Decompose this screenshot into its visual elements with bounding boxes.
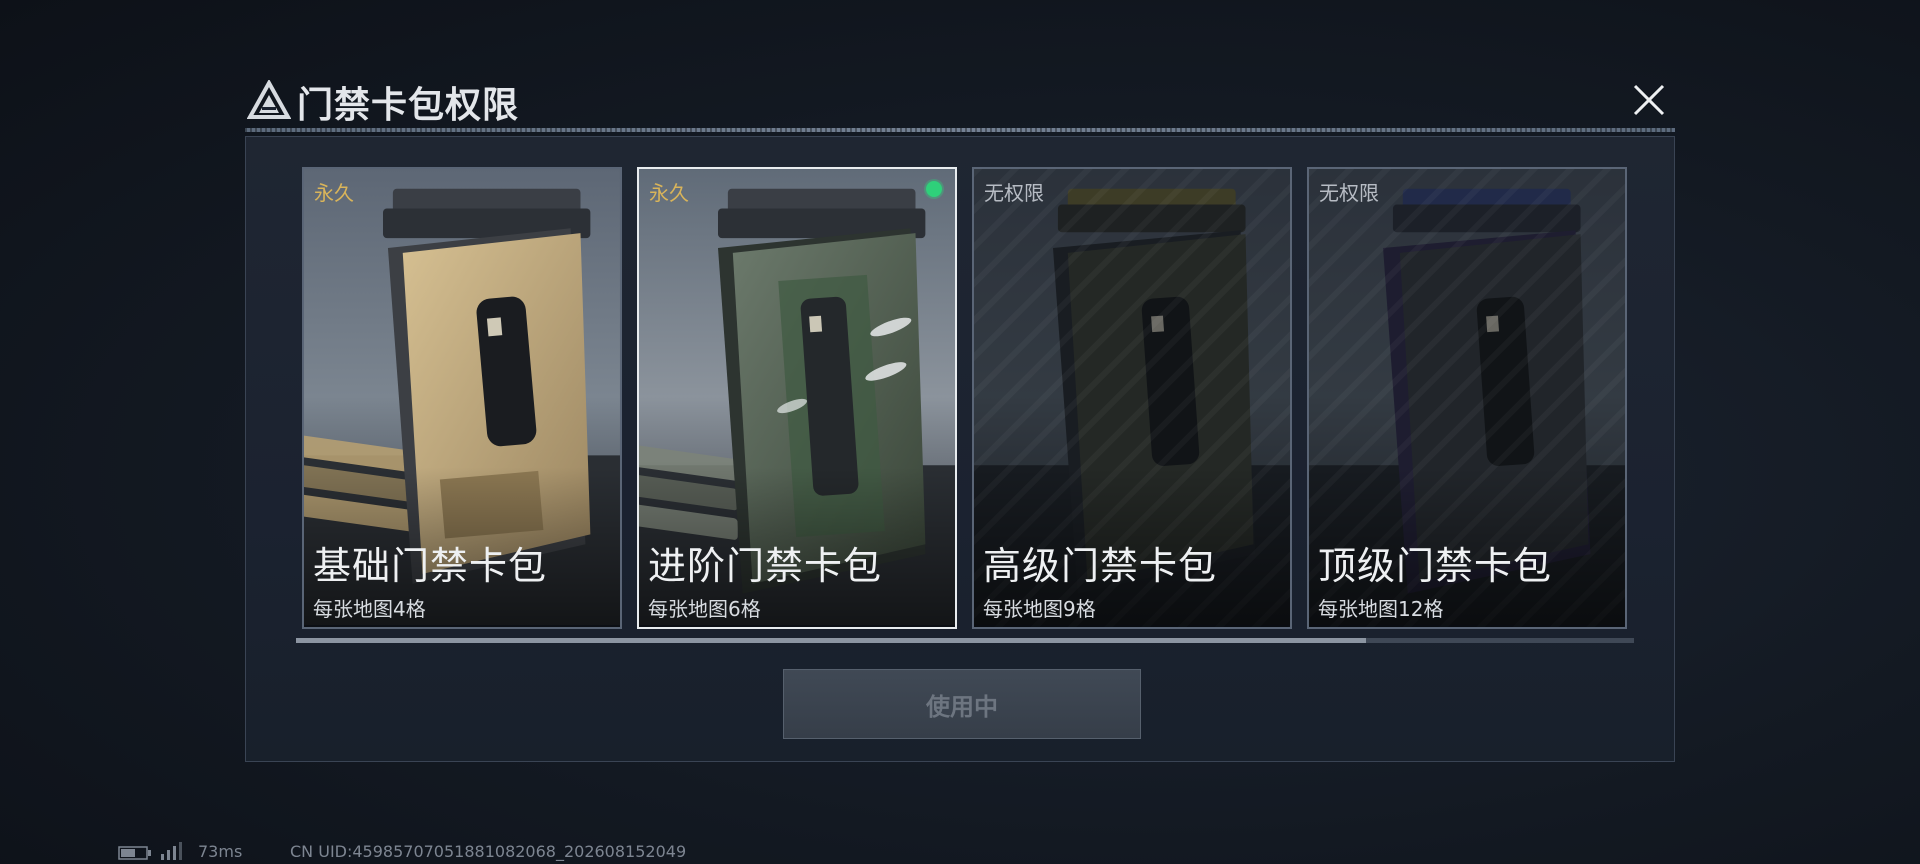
battery-icon xyxy=(118,846,151,860)
card-basic[interactable]: 永久 基础门禁卡包 每张地图4格 xyxy=(302,167,622,629)
card-tag: 永久 xyxy=(314,181,354,205)
header-divider-pattern xyxy=(245,128,1675,132)
card-top[interactable]: 无权限 顶级门禁卡包 每张地图12格 xyxy=(1307,167,1627,629)
user-uid: CN UID:4598570705188108​2068_20260815204… xyxy=(290,842,687,861)
signal-icon xyxy=(161,842,182,860)
card-name: 基础门禁卡包 xyxy=(313,544,548,588)
card-name: 进阶门禁卡包 xyxy=(648,544,883,588)
card-desc: 每张地图9格 xyxy=(983,597,1096,621)
dialog-header: 门禁卡包权限 xyxy=(245,70,1675,132)
active-indicator-dot xyxy=(926,181,942,197)
card-advanced[interactable]: 永久 进阶门禁卡包 每张地图6格 xyxy=(637,167,957,629)
card-tag: 永久 xyxy=(649,181,689,205)
ping-readout: 73ms xyxy=(198,842,243,861)
card-desc: 每张地图4格 xyxy=(313,597,426,621)
triangle-logo-icon xyxy=(247,80,291,119)
card-name: 顶级门禁卡包 xyxy=(1318,544,1553,588)
card-tag: 无权限 xyxy=(984,181,1044,205)
card-list: 永久 基础门禁卡包 每张地图4格 永久 进阶门禁卡包 每张地图6格 无权限 高级… xyxy=(302,167,1627,629)
close-icon[interactable] xyxy=(1629,80,1669,120)
card-pack-permission-dialog: 门禁卡包权限 永久 基础门禁卡包 每张地图4格 永久 进阶门禁卡包 每张地图6格… xyxy=(245,70,1675,762)
dialog-panel: 永久 基础门禁卡包 每张地图4格 永久 进阶门禁卡包 每张地图6格 无权限 高级… xyxy=(245,136,1675,762)
card-premium[interactable]: 无权限 高级门禁卡包 每张地图9格 xyxy=(972,167,1292,629)
dialog-title: 门禁卡包权限 xyxy=(297,85,520,126)
card-desc: 每张地图6格 xyxy=(648,597,761,621)
card-desc: 每张地图12格 xyxy=(1318,597,1444,621)
horizontal-scrollbar-thumb[interactable] xyxy=(296,638,1366,643)
card-name: 高级门禁卡包 xyxy=(983,544,1218,588)
in-use-button[interactable]: 使用中 xyxy=(783,669,1141,739)
card-tag: 无权限 xyxy=(1319,181,1379,205)
